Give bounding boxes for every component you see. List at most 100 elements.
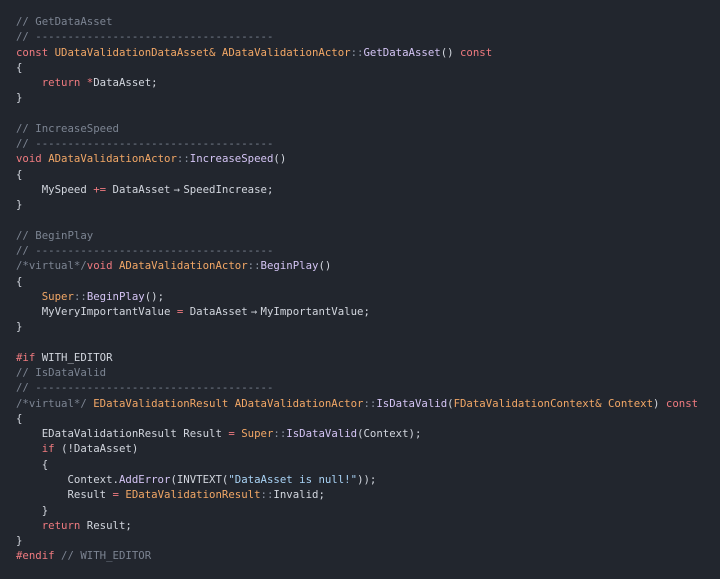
code-token: MyImportantValue; <box>260 305 370 319</box>
code-token: const <box>460 45 493 59</box>
code-token: FDataValidationContext& Context <box>453 396 654 410</box>
code-token: EDataValidationResult <box>125 488 261 502</box>
code-line: } <box>16 319 698 334</box>
code-token: UDataValidationDataAsset& ADataValidatio… <box>54 45 351 59</box>
code-line: // ------------------------------------- <box>16 136 698 151</box>
code-token: → <box>173 182 181 196</box>
code-token: AddError <box>118 472 171 486</box>
code-token: const <box>16 45 55 59</box>
code-token: // IsDataValid <box>16 366 107 380</box>
code-token: } <box>16 320 23 334</box>
code-token: :: <box>350 45 364 59</box>
code-line: /*virtual*/void ADataValidationActor::Be… <box>16 258 698 273</box>
code-token: return <box>41 518 87 532</box>
code-token: WITH_EDITOR <box>41 350 113 364</box>
code-token: // ------------------------------------- <box>16 137 274 151</box>
code-line: // ------------------------------------- <box>16 380 698 395</box>
code-token: (); <box>144 289 165 303</box>
code-line: // IncreaseSpeed <box>16 121 698 136</box>
code-token: )); <box>357 472 377 486</box>
code-token: (Context); <box>357 427 422 441</box>
code-token: :: <box>176 152 190 166</box>
code-line: { <box>16 167 698 182</box>
code-line: // GetDataAsset <box>16 14 698 29</box>
code-line: Super::BeginPlay(); <box>16 289 698 304</box>
code-token: } <box>16 503 49 517</box>
code-token: Super <box>241 427 274 441</box>
code-token: /*virtual*/ <box>16 396 94 410</box>
code-token: GetDataAsset <box>363 45 441 59</box>
code-line: // BeginPlay <box>16 228 698 243</box>
code-token: :: <box>363 396 377 410</box>
code-line: Result = EDataValidationResult::Invalid; <box>16 487 698 502</box>
code-line: #endif // WITH_EDITOR <box>16 548 698 563</box>
code-token: :: <box>247 259 261 273</box>
code-editor[interactable]: // GetDataAsset // ----------------------… <box>16 14 698 564</box>
code-token: } <box>16 534 23 548</box>
code-token: += <box>93 182 107 196</box>
code-token: Invalid; <box>273 488 325 502</box>
code-line: // ------------------------------------- <box>16 29 698 44</box>
code-token: IsDataValid <box>286 427 358 441</box>
code-token: "DataAsset is null!" <box>228 472 358 486</box>
code-token: { <box>16 274 23 288</box>
code-token: { <box>16 60 23 74</box>
code-line: } <box>16 533 698 548</box>
code-token: } <box>16 91 23 105</box>
code-token: if <box>41 442 62 456</box>
code-token: // ------------------------------------- <box>16 381 274 395</box>
code-line: MySpeed += DataAsset → SpeedIncrease; <box>16 182 698 197</box>
code-line: Context.AddError(INVTEXT("DataAsset is n… <box>16 472 698 487</box>
code-token: { <box>16 167 23 181</box>
code-token: () <box>318 259 332 273</box>
code-token: #if <box>16 350 42 364</box>
code-token: } <box>16 198 23 212</box>
code-token: // WITH_EDITOR <box>61 549 152 563</box>
code-token: DataAsset <box>106 182 171 196</box>
code-token: IsDataValid <box>376 396 448 410</box>
code-token: BeginPlay <box>86 289 145 303</box>
code-token: Context. <box>16 472 119 486</box>
code-token: Result <box>16 488 113 502</box>
code-line: } <box>16 197 698 212</box>
code-token: EDataValidationResult ADataValidationAct… <box>93 396 364 410</box>
code-line: return Result; <box>16 518 698 533</box>
code-token: ADataValidationActor <box>48 152 177 166</box>
code-token: MyVeryImportantValue <box>16 305 177 319</box>
code-token: const <box>665 396 699 410</box>
code-token: BeginPlay <box>260 259 319 273</box>
code-token: :: <box>260 488 274 502</box>
code-token: // ------------------------------------- <box>16 243 274 257</box>
code-token: ) <box>653 396 666 410</box>
code-line: { <box>16 411 698 426</box>
code-token: { <box>16 411 23 425</box>
code-line: // IsDataValid <box>16 365 698 380</box>
code-token: IncreaseSpeed <box>189 152 274 166</box>
code-line: { <box>16 457 698 472</box>
code-token: { <box>16 457 49 471</box>
code-token: () <box>273 152 287 166</box>
code-token: → <box>250 305 258 319</box>
code-line: #if WITH_EDITOR <box>16 350 698 365</box>
code-token: (INVTEXT( <box>170 472 229 486</box>
code-token: // ------------------------------------- <box>16 30 274 44</box>
code-line: EDataValidationResult Result = Super::Is… <box>16 426 698 441</box>
code-token: :: <box>73 289 87 303</box>
code-line: MyVeryImportantValue = DataAsset → MyImpor… <box>16 304 698 319</box>
code-token: (!DataAsset) <box>61 442 139 456</box>
code-token: void <box>86 259 119 273</box>
code-token: DataAsset <box>183 305 248 319</box>
code-token: ADataValidationActor <box>118 259 248 273</box>
code-line: if (!DataAsset) <box>16 441 698 456</box>
code-line: const UDataValidationDataAsset& ADataVal… <box>16 45 698 60</box>
code-token: /*virtual*/ <box>16 259 87 273</box>
code-token: () <box>440 45 460 59</box>
code-line: } <box>16 90 698 105</box>
code-line: return *DataAsset; <box>16 75 698 90</box>
